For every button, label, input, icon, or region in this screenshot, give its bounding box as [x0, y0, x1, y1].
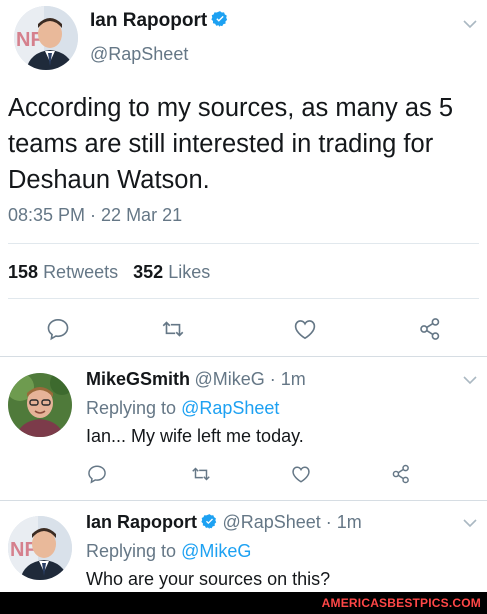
divider [8, 298, 479, 299]
handle-and-time[interactable]: @MikeG · 1m [194, 369, 305, 389]
avatar[interactable]: NF [8, 516, 72, 580]
author-line: Ian Rapoport [90, 10, 229, 32]
watermark-bar: AMERICASBESTPICS.COM [0, 592, 487, 614]
reply-text: Ian... My wife left me today. [86, 426, 304, 446]
divider [0, 356, 487, 357]
reply-icon[interactable] [86, 463, 108, 485]
share-icon[interactable] [417, 316, 443, 342]
reply-icon[interactable] [45, 316, 71, 342]
display-name[interactable]: Ian Rapoport [86, 512, 197, 532]
timestamp[interactable]: 08:35 PM · 22 Mar 21 [8, 205, 182, 226]
retweets-label[interactable]: Retweets [43, 262, 118, 282]
retweet-icon[interactable] [190, 463, 212, 485]
likes-count[interactable]: 352 [133, 262, 163, 282]
retweets-count[interactable]: 158 [8, 262, 38, 282]
reply-header: Ian Rapoport @RapSheet · 1m [86, 512, 362, 533]
verified-badge-icon [211, 10, 229, 28]
replying-to-link[interactable]: @RapSheet [181, 398, 279, 418]
replying-to: Replying to @RapSheet [86, 398, 279, 419]
reply-text: Who are your sources on this? [86, 569, 331, 589]
watermark-text: AMERICASBESTPICS.COM [321, 596, 481, 610]
chevron-down-icon[interactable] [462, 515, 478, 531]
like-icon[interactable] [290, 463, 312, 485]
likes-label[interactable]: Likes [168, 262, 210, 282]
avatar[interactable] [8, 373, 72, 437]
avatar[interactable]: NF [14, 6, 78, 70]
divider [0, 500, 487, 501]
handle-and-time[interactable]: @RapSheet · 1m [222, 512, 361, 532]
replying-to-link[interactable]: @MikeG [181, 541, 251, 561]
tweet-text: According to my sources, as many as 5 te… [8, 94, 454, 194]
chevron-down-icon[interactable] [462, 16, 478, 32]
chevron-down-icon[interactable] [462, 372, 478, 388]
handle[interactable]: @RapSheet [90, 44, 188, 65]
replying-to: Replying to @MikeG [86, 541, 251, 562]
verified-badge-icon [201, 513, 218, 530]
display-name[interactable]: Ian Rapoport [90, 10, 207, 31]
retweet-icon[interactable] [160, 316, 186, 342]
replying-to-label: Replying to [86, 541, 177, 561]
display-name[interactable]: MikeGSmith [86, 369, 190, 389]
reply-header: MikeGSmith @MikeG · 1m [86, 369, 306, 390]
share-icon[interactable] [390, 463, 412, 485]
replying-to-label: Replying to [86, 398, 177, 418]
like-icon[interactable] [292, 316, 318, 342]
divider [8, 243, 479, 244]
engagement-stats: 158 Retweets 352 Likes [8, 262, 210, 283]
